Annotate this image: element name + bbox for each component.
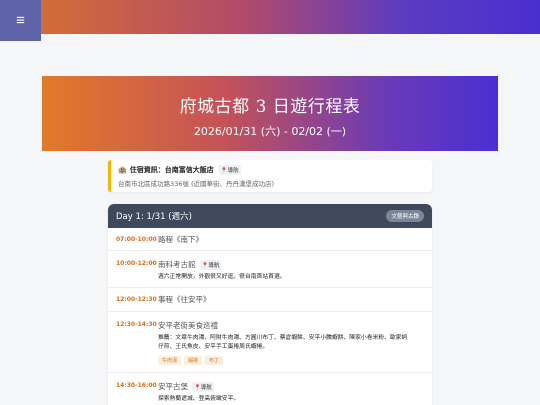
hotel-navigate-button[interactable]: 📍導航	[218, 165, 241, 175]
food-tags: 牛肉湯 蝦捲 布丁	[158, 355, 424, 365]
navigate-button[interactable]: 📍導航	[192, 381, 214, 392]
schedule-row: 10:00-12:00 南科考古館 📍導航 週六正常開放，外觀很又好逛，很台南首…	[108, 251, 432, 288]
tag: 布丁	[205, 355, 224, 365]
tag: 牛肉湯	[158, 355, 182, 365]
schedule-row: 12:30-14:30 安平老街美食巡禮 推薦：文章牛肉湯、阿財牛肉湯、方圓川布…	[108, 312, 432, 373]
menu-button[interactable]: ≡	[0, 0, 41, 41]
day-1-card: Day 1: 1/31 (週六) 文藝與古蹟 07:00-10:00 路程《南下…	[108, 204, 432, 405]
hamburger-icon: ≡	[16, 12, 25, 29]
tag: 蝦捲	[184, 355, 203, 365]
schedule-row: 07:00-10:00 路程《南下》	[108, 228, 432, 251]
top-banner	[0, 0, 540, 34]
hotel-icon: 🏨	[118, 166, 127, 174]
schedule-name: 安平老街美食巡禮	[158, 321, 218, 330]
schedule-time: 12:00-12:30	[116, 296, 157, 303]
day-1-header: Day 1: 1/31 (週六) 文藝與古蹟	[108, 204, 432, 228]
schedule-time: 14:30-16:00	[116, 382, 157, 389]
schedule-time: 07:00-10:00	[116, 235, 157, 243]
schedule-name: 南科考古館	[158, 260, 196, 269]
day-1-title: Day 1: 1/31 (週六)	[116, 212, 192, 222]
schedule-row: 14:30-16:00 安平古堡 📍導航 探索熱蘭遮城、登高俯瞰安平。	[108, 373, 432, 405]
pin-icon: 📍	[194, 384, 201, 391]
navigate-button[interactable]: 📍導航	[199, 259, 222, 270]
hero-banner: 府城古都 3 日遊行程表 2026/01/31 (六) - 02/02 (一)	[42, 76, 498, 151]
schedule-row: 12:00-12:30 事程《往安平》	[108, 288, 432, 312]
trip-date-range: 2026/01/31 (六) - 02/02 (一)	[193, 125, 347, 138]
hotel-address: 台南市北區成功路336號 (近國華街、丹丹漢堡成功店)	[118, 180, 275, 188]
hotel-info-card: 🏨 住宿資訊：台南富信大飯店 📍導航 台南市北區成功路336號 (近國華街、丹丹…	[108, 160, 432, 192]
schedule-time: 12:30-14:30	[116, 321, 157, 328]
schedule-name: 事程《往安平》	[158, 295, 211, 304]
schedule-desc: 探索熱蘭遮城、登高俯瞰安平。	[158, 396, 240, 402]
day-1-theme-badge: 文藝與古蹟	[386, 210, 424, 222]
pin-icon: 📍	[220, 168, 228, 174]
schedule-desc: 推薦：文章牛肉湯、阿財牛肉湯、方圓川布丁、蔡倉蝦餅、安平小騰蝦餅、陳家小卷米粉、…	[158, 335, 408, 350]
schedule-name: 安平古堡	[158, 382, 188, 391]
hotel-label: 住宿資訊：台南富信大飯店	[129, 166, 214, 174]
schedule-time: 10:00-12:00	[116, 260, 157, 267]
page-title: 府城古都 3 日遊行程表	[179, 97, 361, 117]
schedule-name: 路程《南下》	[158, 234, 203, 244]
schedule-desc: 週六正常開放，外觀很又好逛，很台南首站首選。	[158, 274, 286, 280]
